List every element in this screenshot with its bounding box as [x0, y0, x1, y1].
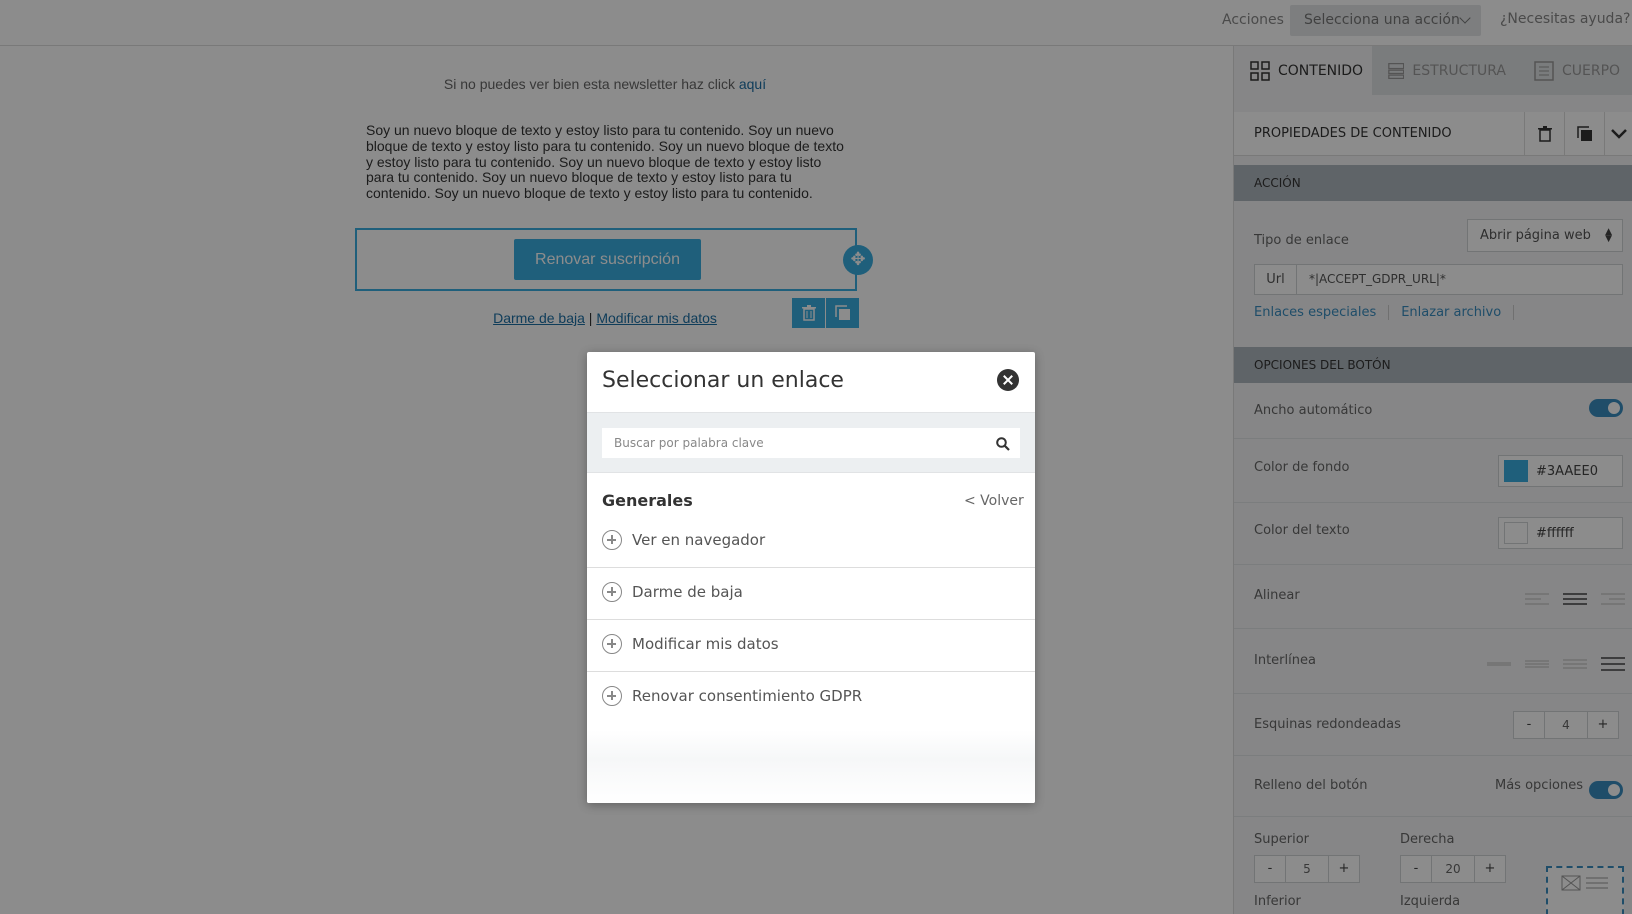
list-item[interactable]: Modificar mis datos [587, 620, 1035, 672]
list-fade [587, 730, 1035, 803]
list-item-label: Darme de baja [632, 583, 743, 601]
close-icon[interactable] [997, 369, 1019, 391]
list-item-label: Renovar consentimiento GDPR [632, 687, 863, 705]
add-circle-icon [602, 686, 622, 706]
list-item[interactable]: Darme de baja [587, 568, 1035, 620]
search-icon[interactable] [996, 437, 1010, 451]
list-item-label: Modificar mis datos [632, 635, 779, 653]
add-circle-icon [602, 582, 622, 602]
modal-title: Seleccionar un enlace [602, 368, 844, 393]
group-title: Generales [602, 491, 693, 510]
list-item[interactable]: Renovar consentimiento GDPR [587, 672, 1035, 724]
list-item-label: Ver en navegador [632, 531, 766, 549]
search-input[interactable] [602, 428, 1020, 458]
add-circle-icon [602, 530, 622, 550]
list-item[interactable]: Ver en navegador [587, 516, 1035, 568]
back-link[interactable]: < Volver [964, 493, 1024, 509]
select-link-modal: Seleccionar un enlace Generales < Volver… [587, 352, 1035, 803]
add-circle-icon [602, 634, 622, 654]
search-bar [587, 412, 1035, 473]
